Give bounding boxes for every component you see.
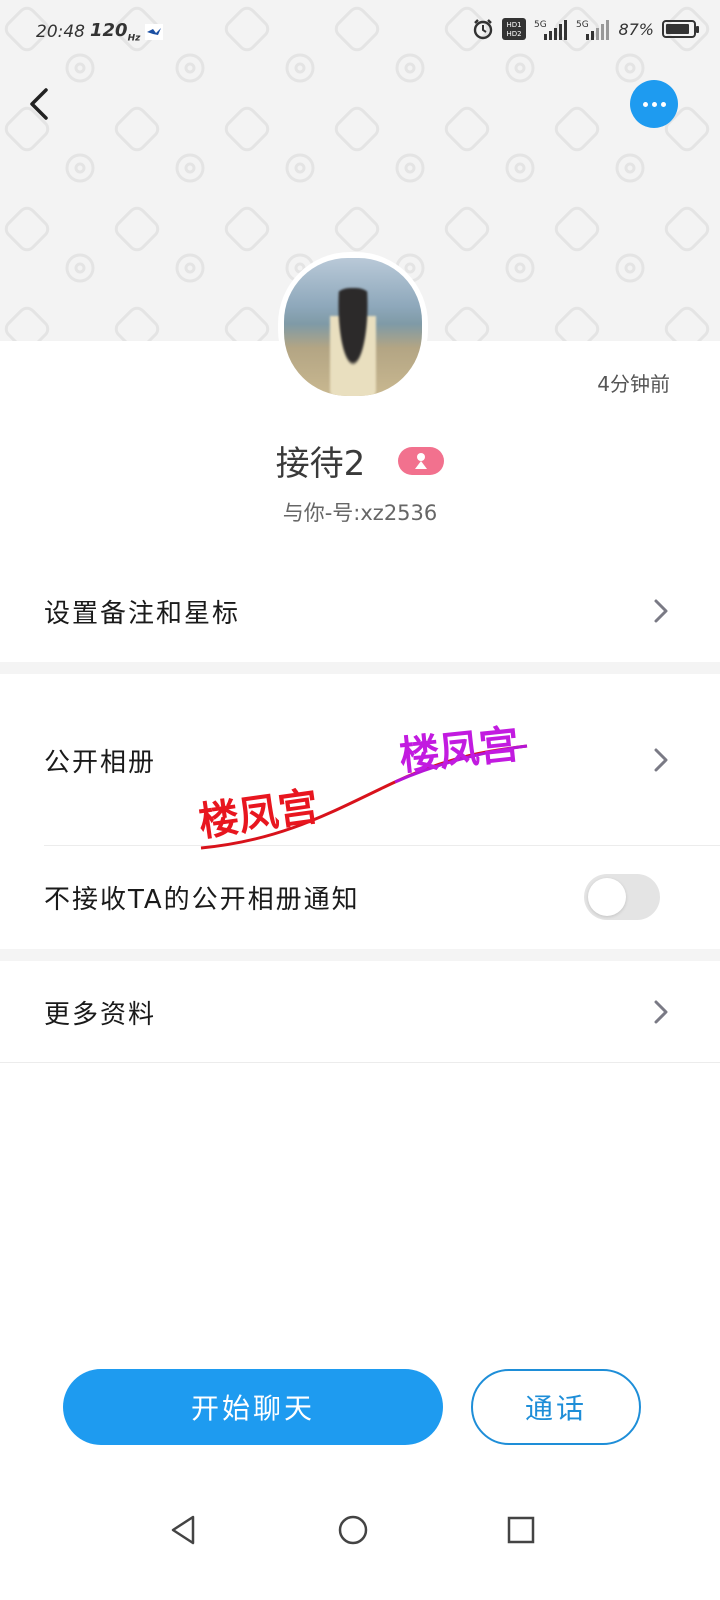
refresh-rate: 120Hz [90, 20, 141, 44]
chevron-right-icon [654, 599, 668, 623]
avatar-figure [330, 288, 376, 396]
watermark-text-1: 楼凤宫 [196, 784, 321, 846]
gender-badge [398, 446, 445, 475]
avatar[interactable] [278, 252, 428, 402]
circle-home-icon[interactable] [333, 1510, 373, 1550]
system-nav-bar [0, 1490, 720, 1570]
row-divider [0, 1062, 720, 1063]
signal-1-icon: 5G [534, 20, 568, 40]
mute-album-notice-toggle[interactable] [584, 874, 660, 920]
remark-and-star-label: 设置备注和星标 [44, 598, 241, 629]
svg-text:5G: 5G [534, 20, 547, 30]
profile-name: 接待2 [275, 444, 366, 484]
alarm-icon [474, 19, 493, 40]
relation-text: 与你-号:xz2536 [282, 501, 438, 525]
last-active-time: 4分钟前 [597, 372, 670, 396]
more-info-row[interactable]: 更多资料 [0, 962, 720, 1062]
battery-icon [662, 20, 699, 38]
hd-icon: HD1 HD2 [502, 18, 527, 40]
more-options-button[interactable] [630, 80, 678, 128]
start-chat-button[interactable]: 开始聊天 [63, 1369, 443, 1445]
bird-app-icon [145, 24, 163, 40]
remark-and-star-row[interactable]: 设置备注和星标 [0, 561, 720, 661]
section-gap [0, 662, 720, 674]
section-gap [0, 949, 720, 961]
watermark-text-2: 楼凤宫 [397, 722, 521, 780]
toggle-knob [588, 878, 626, 916]
svg-text:HD2: HD2 [507, 30, 522, 38]
status-time: 20:48 [36, 22, 85, 42]
more-info-label: 更多资料 [44, 999, 157, 1030]
public-album-label: 公开相册 [44, 747, 157, 778]
svg-text:HD1: HD1 [507, 21, 522, 29]
mute-album-notice-label: 不接收TA的公开相册通知 [44, 884, 360, 915]
avatar-image [284, 258, 422, 396]
triangle-back-icon[interactable] [165, 1510, 205, 1550]
square-recents-icon[interactable] [501, 1510, 541, 1550]
more-dot [660, 101, 666, 107]
mute-album-notice-row: 不接收TA的公开相册通知 [0, 847, 720, 947]
signal-2-icon: 5G [576, 20, 610, 40]
call-button[interactable]: 通话 [471, 1369, 641, 1445]
name-row: 接待2 [0, 436, 720, 485]
battery-percent: 87% [618, 19, 654, 39]
chevron-right-icon [654, 748, 668, 772]
status-bar: 20:48 120Hz HD1 HD2 5G 5G 87% [0, 0, 720, 66]
back-button[interactable] [22, 84, 62, 124]
more-dot [651, 101, 657, 107]
battery-fill [666, 24, 689, 34]
chevron-right-icon [654, 1000, 668, 1024]
svg-text:5G: 5G [576, 20, 589, 30]
female-icon [415, 452, 428, 469]
watermark: 楼凤宫 楼凤宫 [196, 722, 528, 850]
more-dot [642, 101, 648, 107]
